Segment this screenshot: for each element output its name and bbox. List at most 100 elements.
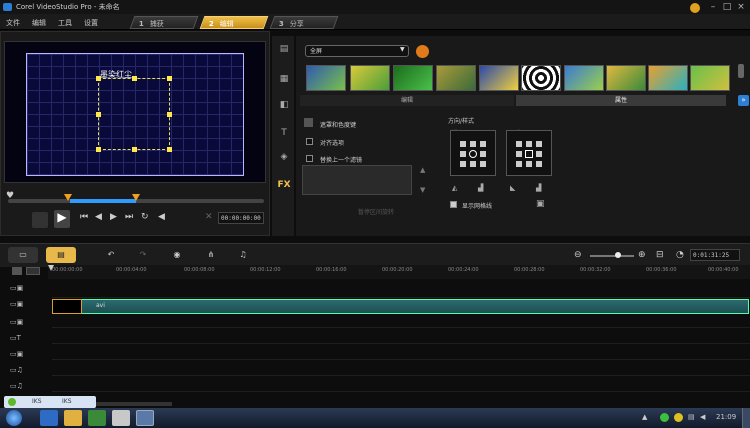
- direction-arrow-icon[interactable]: [480, 151, 486, 157]
- music-track[interactable]: [52, 362, 750, 376]
- title-overlay-text[interactable]: 墨染红尘: [100, 69, 132, 80]
- prev-frame-icon[interactable]: ◀: [95, 212, 102, 222]
- tab-edit-sub[interactable]: 编辑: [300, 95, 514, 106]
- fx-icon[interactable]: FX: [277, 180, 291, 194]
- resize-handle[interactable]: [167, 112, 172, 117]
- resize-handle[interactable]: [167, 147, 172, 152]
- title-icon[interactable]: T: [277, 128, 291, 142]
- timeline-view-button[interactable]: ▤: [46, 247, 76, 263]
- music-track-2[interactable]: [52, 378, 750, 392]
- title-track-header[interactable]: ▭T: [10, 334, 50, 350]
- zoom-thumb[interactable]: [615, 252, 621, 258]
- direction-arrow-icon[interactable]: [460, 161, 466, 167]
- undo-icon[interactable]: ↶: [96, 247, 126, 263]
- title-track[interactable]: [52, 330, 750, 344]
- show-desktop-button[interactable]: [742, 408, 750, 428]
- transition-icon[interactable]: ◧: [277, 100, 291, 114]
- ime-label-1[interactable]: IKS: [32, 398, 42, 405]
- category-dropdown[interactable]: 全屏: [305, 45, 409, 57]
- media-player-icon[interactable]: [88, 410, 106, 426]
- tab-properties[interactable]: 属性: [516, 95, 726, 106]
- menu-settings[interactable]: 设置: [84, 18, 98, 28]
- grid-settings-icon[interactable]: ▣: [536, 199, 545, 209]
- list-up-icon[interactable]: ▲: [420, 166, 425, 174]
- filter-list[interactable]: [302, 165, 412, 195]
- filter-thumb[interactable]: [393, 65, 433, 91]
- video-track[interactable]: [52, 284, 750, 298]
- preview-timecode[interactable]: 00:00:00:00: [218, 212, 264, 224]
- close-icon[interactable]: ×: [734, 1, 748, 13]
- clock-text[interactable]: 21:09: [716, 413, 736, 421]
- resize-handle[interactable]: [167, 76, 172, 81]
- library-scrollbar[interactable]: [738, 64, 744, 78]
- trim-end-marker[interactable]: [132, 194, 140, 201]
- timeline-clip[interactable]: [52, 299, 749, 314]
- zoom-in-icon[interactable]: ⊕: [638, 250, 646, 260]
- split-icon[interactable]: ✕: [205, 212, 213, 222]
- center-target-icon[interactable]: [469, 150, 477, 158]
- tab-share[interactable]: 3 分享: [269, 16, 339, 29]
- zoom-out-icon[interactable]: ⊖: [574, 250, 582, 260]
- speaker-icon[interactable]: ◀: [700, 413, 705, 421]
- network-icon[interactable]: ▤: [688, 413, 695, 421]
- direction-arrow-icon[interactable]: [516, 161, 522, 167]
- repeat-icon[interactable]: ↻: [141, 212, 149, 222]
- chapter-icon[interactable]: [26, 267, 40, 275]
- app-icon[interactable]: [112, 410, 130, 426]
- start-button-icon[interactable]: [6, 410, 22, 426]
- menu-file[interactable]: 文件: [6, 18, 20, 28]
- playhead-icon[interactable]: [48, 265, 54, 271]
- tray-app-icon[interactable]: [674, 413, 683, 422]
- instant-project-icon[interactable]: ▦: [277, 74, 291, 88]
- replace-filter-checkbox[interactable]: [306, 155, 313, 162]
- center-square-icon[interactable]: [525, 150, 533, 158]
- go-start-icon[interactable]: ⏮: [80, 212, 88, 222]
- direction-arrow-icon[interactable]: [470, 141, 476, 147]
- ease-icon[interactable]: ◣: [510, 184, 515, 192]
- ie-icon[interactable]: [40, 410, 58, 426]
- title-selection-box[interactable]: [98, 78, 170, 150]
- resize-handle[interactable]: [96, 112, 101, 117]
- maximize-icon[interactable]: □: [720, 1, 734, 13]
- trim-start-marker[interactable]: [64, 194, 72, 201]
- replace-filter-label[interactable]: 替换上一个滤镜: [320, 155, 362, 164]
- auto-music-icon[interactable]: ♫: [228, 247, 258, 263]
- resize-handle[interactable]: [132, 147, 137, 152]
- tab-capture[interactable]: 1 捕获: [129, 16, 199, 29]
- play-icon[interactable]: ▶: [54, 210, 70, 228]
- ime-label-2[interactable]: IKS: [62, 398, 72, 405]
- input-method-bar[interactable]: [4, 396, 96, 408]
- explorer-icon[interactable]: [64, 410, 82, 426]
- filter-thumb[interactable]: [479, 65, 519, 91]
- record-icon[interactable]: ◉: [162, 247, 192, 263]
- timeline-timecode[interactable]: 0:01:31:25: [690, 249, 740, 261]
- graphic-icon[interactable]: ◈: [277, 152, 291, 166]
- media-icon[interactable]: ▤: [277, 44, 291, 58]
- ime-icon[interactable]: [8, 398, 16, 406]
- direction-arrow-icon[interactable]: [516, 151, 522, 157]
- tray-arrow-icon[interactable]: ▲: [642, 413, 647, 421]
- resize-handle[interactable]: [96, 147, 101, 152]
- volume-icon[interactable]: ◀: [158, 212, 165, 222]
- overlay-track-2-header[interactable]: ▭▣: [10, 318, 50, 334]
- rotate-icon[interactable]: ◭: [452, 184, 457, 192]
- direction-arrow-icon[interactable]: [526, 141, 532, 147]
- voice-track-header[interactable]: ▭▣: [10, 350, 50, 366]
- project-clip-toggle[interactable]: [32, 212, 48, 228]
- videostudio-task-icon[interactable]: [136, 410, 154, 426]
- direction-arrow-icon[interactable]: [480, 161, 486, 167]
- track-manager-icon[interactable]: [12, 267, 22, 275]
- align-option-label[interactable]: 对齐选项: [320, 138, 344, 147]
- fit-project-icon[interactable]: ⊟: [656, 250, 664, 260]
- help-icon[interactable]: [690, 3, 700, 13]
- storyboard-view-button[interactable]: ▭: [8, 247, 38, 263]
- list-down-icon[interactable]: ▼: [420, 186, 425, 194]
- minimize-icon[interactable]: –: [706, 1, 720, 13]
- tab-edit[interactable]: 2 编辑: [199, 16, 269, 29]
- direction-arrow-icon[interactable]: [536, 141, 542, 147]
- redo-icon[interactable]: ↷: [128, 247, 158, 263]
- menu-tools[interactable]: 工具: [58, 18, 72, 28]
- music-track-header[interactable]: ▭♫: [10, 366, 50, 382]
- collapse-icon[interactable]: »: [738, 95, 749, 106]
- direction-arrow-icon[interactable]: [536, 151, 542, 157]
